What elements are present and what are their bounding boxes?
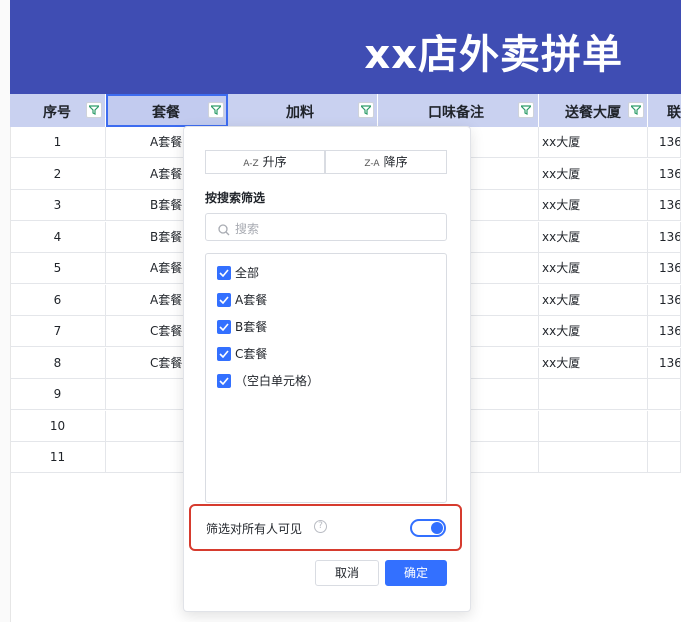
sort-descending-button[interactable]: Z-A 降序: [325, 150, 447, 174]
checkbox-checked-icon[interactable]: [217, 374, 231, 388]
cell-index[interactable]: 8: [10, 347, 106, 379]
filter-option-label: （空白单元格）: [235, 374, 320, 388]
filter-popup: A-Z 升序 Z-A 降序 按搜索筛选 搜索 全部 A套餐 B套餐 C套餐 （空白单…: [183, 126, 471, 612]
sort-descending-label: 降序: [383, 155, 408, 169]
filter-icon[interactable]: [358, 102, 374, 118]
cell-building[interactable]: xx大厦: [539, 221, 648, 253]
help-icon[interactable]: ?: [314, 520, 327, 533]
column-header-label: 口味备注: [428, 105, 484, 121]
cell-contact[interactable]: [648, 410, 681, 442]
cell-contact[interactable]: 136xx: [648, 284, 681, 316]
visibility-label: 筛选对所有人可见: [206, 522, 303, 536]
cell-contact[interactable]: [648, 442, 681, 473]
cell-index[interactable]: 7: [10, 316, 106, 347]
cell-building[interactable]: xx大厦: [539, 316, 648, 347]
cell-building[interactable]: xx大厦: [539, 253, 648, 284]
cancel-button[interactable]: 取消: [315, 560, 379, 586]
checkbox-checked-icon[interactable]: [217, 347, 231, 361]
cell-contact[interactable]: 136xx: [648, 253, 681, 284]
cell-building[interactable]: xx大厦: [539, 347, 648, 379]
filter-option-label: B套餐: [235, 320, 268, 334]
search-placeholder: 搜索: [235, 222, 260, 236]
sheet-title: xx店外卖拼单: [364, 32, 623, 78]
column-header-extra[interactable]: 加料: [228, 94, 378, 127]
filter-option-label: C套餐: [235, 347, 268, 361]
checkbox-checked-icon[interactable]: [217, 320, 231, 334]
column-header-label: 套餐: [152, 105, 180, 121]
visibility-highlight-frame: 筛选对所有人可见 ?: [189, 504, 462, 551]
search-input[interactable]: 搜索: [205, 213, 447, 241]
cell-contact[interactable]: 136xx: [648, 190, 681, 221]
filter-icon[interactable]: [86, 102, 102, 118]
confirm-button[interactable]: 确定: [385, 560, 447, 586]
column-header-label: 加料: [286, 105, 314, 121]
cell-index[interactable]: 5: [10, 253, 106, 284]
column-header-label: 联: [667, 105, 681, 121]
sort-descending-icon: Z-A: [364, 159, 380, 169]
cell-building[interactable]: xx大厦: [539, 127, 648, 158]
cell-building[interactable]: xx大厦: [539, 190, 648, 221]
cell-contact[interactable]: 136xx: [648, 158, 681, 190]
cell-building[interactable]: [539, 379, 648, 410]
filter-option-list: 全部 A套餐 B套餐 C套餐 （空白单元格）: [205, 253, 447, 503]
cell-index[interactable]: 10: [10, 410, 106, 442]
visibility-toggle[interactable]: [410, 519, 446, 537]
filter-option-label: A套餐: [235, 293, 268, 307]
filter-icon[interactable]: [518, 102, 534, 118]
column-header-index[interactable]: 序号: [10, 94, 106, 127]
checkbox-checked-icon[interactable]: [217, 293, 231, 307]
cell-contact[interactable]: 136xx: [648, 316, 681, 347]
filter-icon[interactable]: [628, 102, 644, 118]
cell-index[interactable]: 2: [10, 158, 106, 190]
sort-ascending-label: 升序: [262, 155, 287, 169]
cell-building[interactable]: [539, 410, 648, 442]
column-header-label: 序号: [43, 105, 71, 121]
cell-building[interactable]: [539, 442, 648, 473]
cell-index[interactable]: 6: [10, 284, 106, 316]
column-header-building[interactable]: 送餐大厦: [539, 94, 648, 127]
sort-ascending-button[interactable]: A-Z 升序: [205, 150, 325, 174]
toggle-knob: [431, 522, 443, 534]
cell-building[interactable]: xx大厦: [539, 158, 648, 190]
filter-icon[interactable]: [208, 102, 224, 118]
cell-index[interactable]: 9: [10, 379, 106, 410]
cell-index[interactable]: 11: [10, 442, 106, 473]
checkbox-checked-icon[interactable]: [217, 266, 231, 280]
search-section-title: 按搜索筛选: [205, 191, 266, 205]
cell-contact[interactable]: 136xx: [648, 347, 681, 379]
sort-ascending-icon: A-Z: [243, 159, 259, 169]
cell-contact[interactable]: 136xx: [648, 127, 681, 158]
cell-building[interactable]: xx大厦: [539, 284, 648, 316]
cell-index[interactable]: 3: [10, 190, 106, 221]
title-band: xx店外卖拼单: [10, 0, 681, 94]
cell-index[interactable]: 1: [10, 127, 106, 158]
column-header-meal[interactable]: 套餐: [106, 94, 228, 127]
filter-option-label: 全部: [235, 266, 260, 280]
cell-index[interactable]: 4: [10, 221, 106, 253]
search-icon: [218, 221, 230, 240]
column-header-contact[interactable]: 联: [648, 94, 681, 127]
cell-contact[interactable]: 136xx: [648, 221, 681, 253]
cell-contact[interactable]: [648, 379, 681, 410]
column-header-label: 送餐大厦: [565, 105, 621, 121]
column-header-taste[interactable]: 口味备注: [378, 94, 539, 127]
